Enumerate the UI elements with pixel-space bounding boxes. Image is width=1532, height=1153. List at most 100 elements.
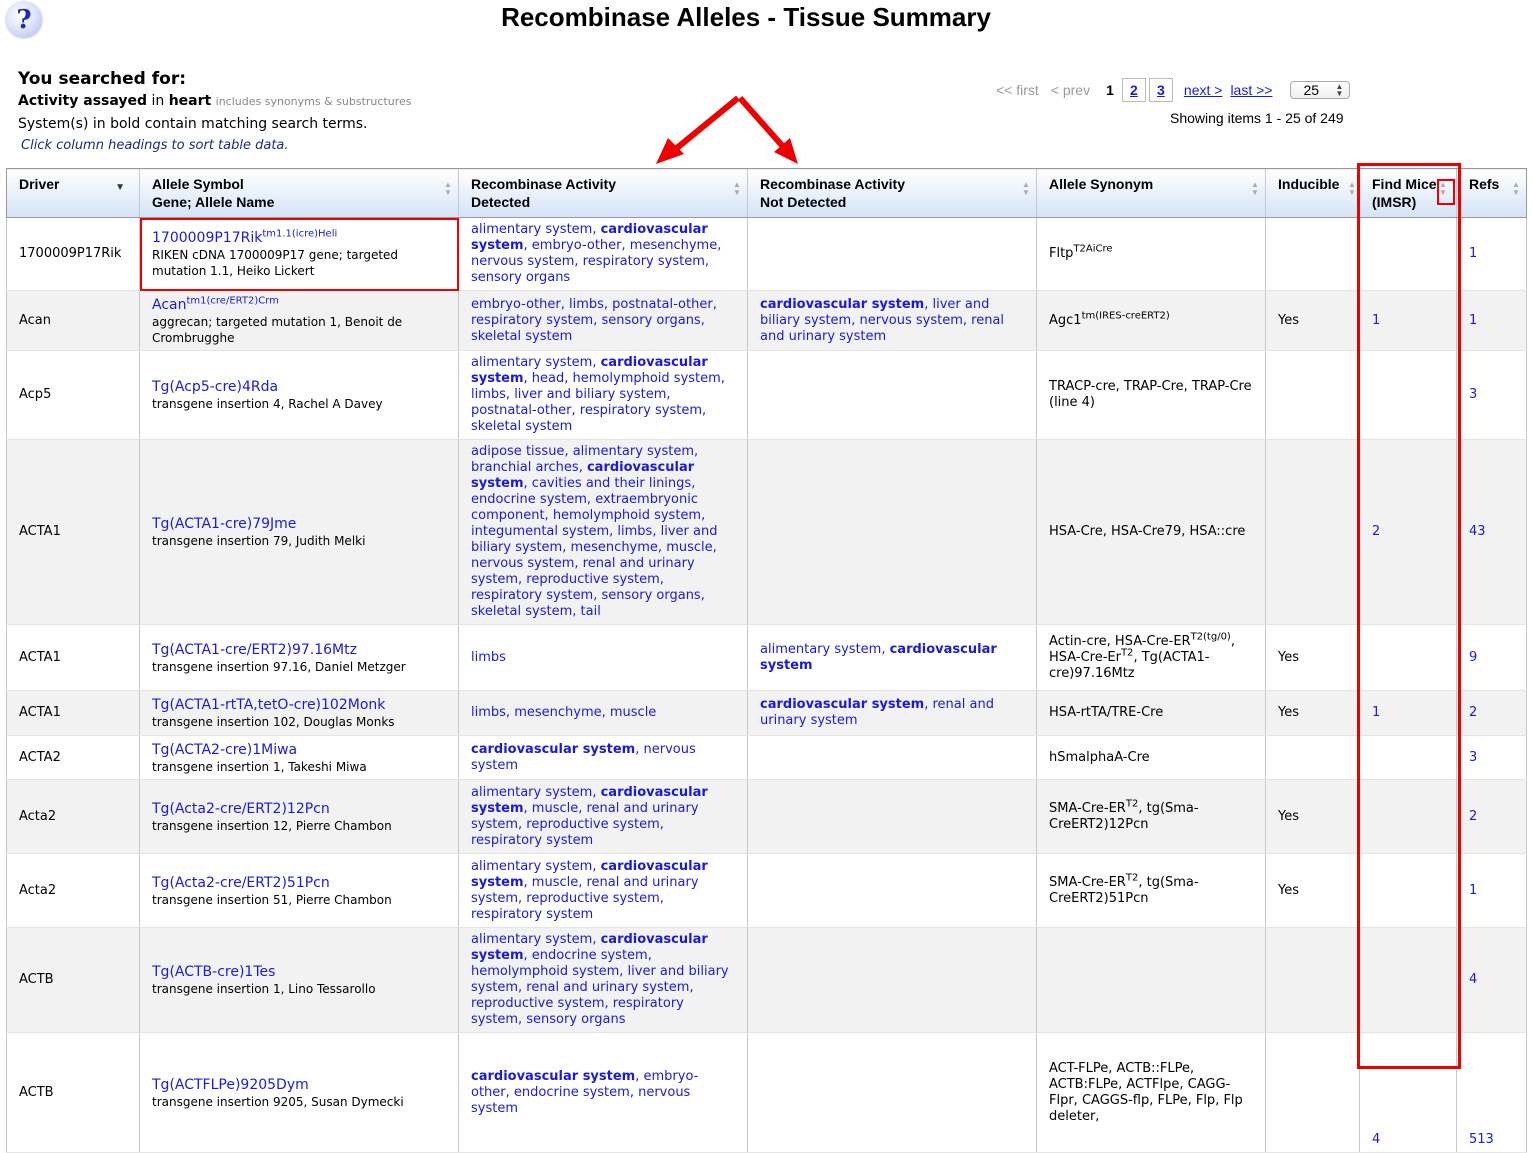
col-synonym[interactable]: Allele Synonym ▲ ▼ — [1036, 168, 1266, 218]
find-mice-link[interactable]: 4 — [1359, 1032, 1457, 1153]
allele-symbol-link[interactable]: 1700009P17Riktm1.1(icre)Heli — [152, 229, 446, 247]
find-mice-link[interactable] — [1359, 735, 1457, 780]
system-link[interactable]: embryo-other — [532, 238, 622, 253]
system-link[interactable]: renal and urinary system — [526, 980, 689, 995]
find-mice-link[interactable] — [1359, 779, 1457, 854]
allele-symbol-link[interactable]: Acantm1(cre/ERT2)Crm — [152, 295, 446, 314]
allele-symbol-link[interactable]: Tg(ACTFLPe)9205Dym — [152, 1076, 446, 1094]
system-link[interactable]: reproductive system — [526, 891, 660, 906]
system-link[interactable]: muscle — [666, 540, 712, 555]
system-link[interactable]: sensory organs — [471, 270, 570, 285]
system-link[interactable]: mesenchyme — [571, 540, 658, 555]
refs-link[interactable]: 9 — [1456, 624, 1527, 691]
system-link[interactable]: muscle — [532, 801, 578, 816]
next-page-link[interactable]: next > — [1184, 82, 1223, 98]
system-link[interactable]: integumental system — [471, 524, 609, 539]
system-link[interactable]: muscle — [610, 705, 656, 720]
system-link[interactable]: cardiovascular system — [471, 742, 635, 757]
refs-link[interactable]: 1 — [1456, 217, 1527, 291]
system-link[interactable]: embryo-other — [471, 297, 561, 312]
system-link[interactable]: respiratory system — [471, 833, 593, 848]
system-link[interactable]: liver and biliary system — [514, 387, 666, 402]
allele-symbol-link[interactable]: Tg(Acp5-cre)4Rda — [152, 378, 446, 396]
find-mice-link[interactable] — [1359, 853, 1457, 928]
system-link[interactable]: limbs — [471, 387, 506, 402]
refs-link[interactable]: 3 — [1456, 350, 1527, 440]
system-link[interactable]: cardiovascular system — [471, 1069, 635, 1084]
allele-symbol-link[interactable]: Tg(Acta2-cre/ERT2)12Pcn — [152, 800, 446, 818]
system-link[interactable]: alimentary system — [471, 932, 592, 947]
system-link[interactable]: limbs — [617, 524, 652, 539]
refs-link[interactable]: 1 — [1456, 853, 1527, 928]
system-link[interactable]: alimentary system — [471, 859, 592, 874]
col-allele-symbol[interactable]: Allele Symbol Gene; Allele Name ▲ ▼ — [139, 168, 459, 218]
system-link[interactable]: skeletal system — [471, 329, 572, 344]
refs-link[interactable]: 1 — [1456, 290, 1527, 351]
system-link[interactable]: tail — [581, 604, 601, 619]
system-link[interactable]: respiratory system — [583, 254, 705, 269]
system-link[interactable]: mesenchyme — [514, 705, 601, 720]
allele-symbol-link[interactable]: Tg(Acta2-cre/ERT2)51Pcn — [152, 874, 446, 892]
system-link[interactable]: endocrine system — [471, 492, 587, 507]
system-link[interactable]: hemolymphoid system — [471, 964, 619, 979]
system-link[interactable]: limbs — [569, 297, 604, 312]
system-link[interactable]: head — [532, 371, 564, 386]
col-detected[interactable]: Recombinase Activity Detected ▲ ▼ — [458, 168, 748, 218]
allele-symbol-link[interactable]: Tg(ACTB-cre)1Tes — [152, 963, 446, 981]
system-link[interactable]: alimentary system — [760, 642, 881, 657]
find-mice-link[interactable] — [1359, 927, 1457, 1033]
allele-symbol-link[interactable]: Tg(ACTA1-rtTA,tetO-cre)102Monk — [152, 696, 446, 714]
system-link[interactable]: muscle — [532, 875, 578, 890]
page-size-select[interactable]: 25 ▲ ▼ — [1290, 81, 1351, 99]
system-link[interactable]: postnatal-other — [612, 297, 713, 312]
col-find-mice[interactable]: Find Mice (IMSR) ▲ ▼ — [1359, 168, 1457, 218]
system-link[interactable]: nervous system — [471, 254, 574, 269]
refs-link[interactable]: 43 — [1456, 439, 1527, 625]
system-link[interactable]: mesenchyme — [630, 238, 717, 253]
system-link[interactable]: respiratory system — [471, 313, 593, 328]
system-link[interactable]: nervous system — [471, 556, 574, 571]
system-link[interactable]: limbs — [471, 650, 506, 665]
allele-symbol-link[interactable]: Tg(ACTA2-cre)1Miwa — [152, 741, 446, 759]
system-link[interactable]: respiratory system — [471, 588, 593, 603]
find-mice-link[interactable] — [1359, 350, 1457, 440]
system-link[interactable]: respiratory system — [471, 907, 593, 922]
system-link[interactable]: cardiovascular system — [760, 697, 924, 712]
system-link[interactable]: sensory organs — [602, 588, 701, 603]
system-link[interactable]: sensory organs — [602, 313, 701, 328]
system-link[interactable]: alimentary system — [471, 222, 592, 237]
find-mice-link[interactable]: 2 — [1359, 439, 1457, 625]
system-link[interactable]: reproductive system — [526, 817, 660, 832]
system-link[interactable]: skeletal system — [471, 604, 572, 619]
page-link-3[interactable]: 3 — [1148, 78, 1173, 102]
last-page-link[interactable]: last >> — [1230, 82, 1272, 98]
system-link[interactable]: limbs — [471, 705, 506, 720]
refs-link[interactable]: 3 — [1456, 735, 1527, 780]
system-link[interactable]: postnatal-other — [471, 403, 572, 418]
system-link[interactable]: alimentary system — [471, 355, 592, 370]
refs-link[interactable]: 2 — [1456, 779, 1527, 854]
refs-link[interactable]: 4 — [1456, 927, 1527, 1033]
col-inducible[interactable]: Inducible ▲ ▼ — [1265, 168, 1360, 218]
system-link[interactable]: nervous system — [860, 313, 963, 328]
system-link[interactable]: cardiovascular system — [760, 297, 924, 312]
system-link[interactable]: endocrine system — [532, 948, 648, 963]
page-link-2[interactable]: 2 — [1121, 78, 1146, 102]
find-mice-link[interactable] — [1359, 217, 1457, 291]
system-link[interactable]: endocrine system — [514, 1085, 630, 1100]
system-link[interactable]: adipose tissue — [471, 444, 564, 459]
system-link[interactable]: branchial arches — [471, 460, 579, 475]
system-link[interactable]: sensory organs — [526, 1012, 625, 1027]
find-mice-link[interactable]: 1 — [1359, 290, 1457, 351]
allele-symbol-link[interactable]: Tg(ACTA1-cre)79Jme — [152, 515, 446, 533]
allele-symbol-link[interactable]: Tg(ACTA1-cre/ERT2)97.16Mtz — [152, 641, 446, 659]
find-mice-link[interactable]: 1 — [1359, 690, 1457, 736]
system-link[interactable]: skeletal system — [471, 419, 572, 434]
find-mice-link[interactable] — [1359, 624, 1457, 691]
system-link[interactable]: respiratory system — [580, 403, 702, 418]
refs-link[interactable]: 2 — [1456, 690, 1527, 736]
system-link[interactable]: reproductive system — [471, 996, 605, 1011]
system-link[interactable]: hemolymphoid system — [553, 508, 701, 523]
col-driver[interactable]: Driver ▼ — [6, 168, 140, 218]
col-refs[interactable]: Refs ▲ ▼ — [1456, 168, 1527, 218]
